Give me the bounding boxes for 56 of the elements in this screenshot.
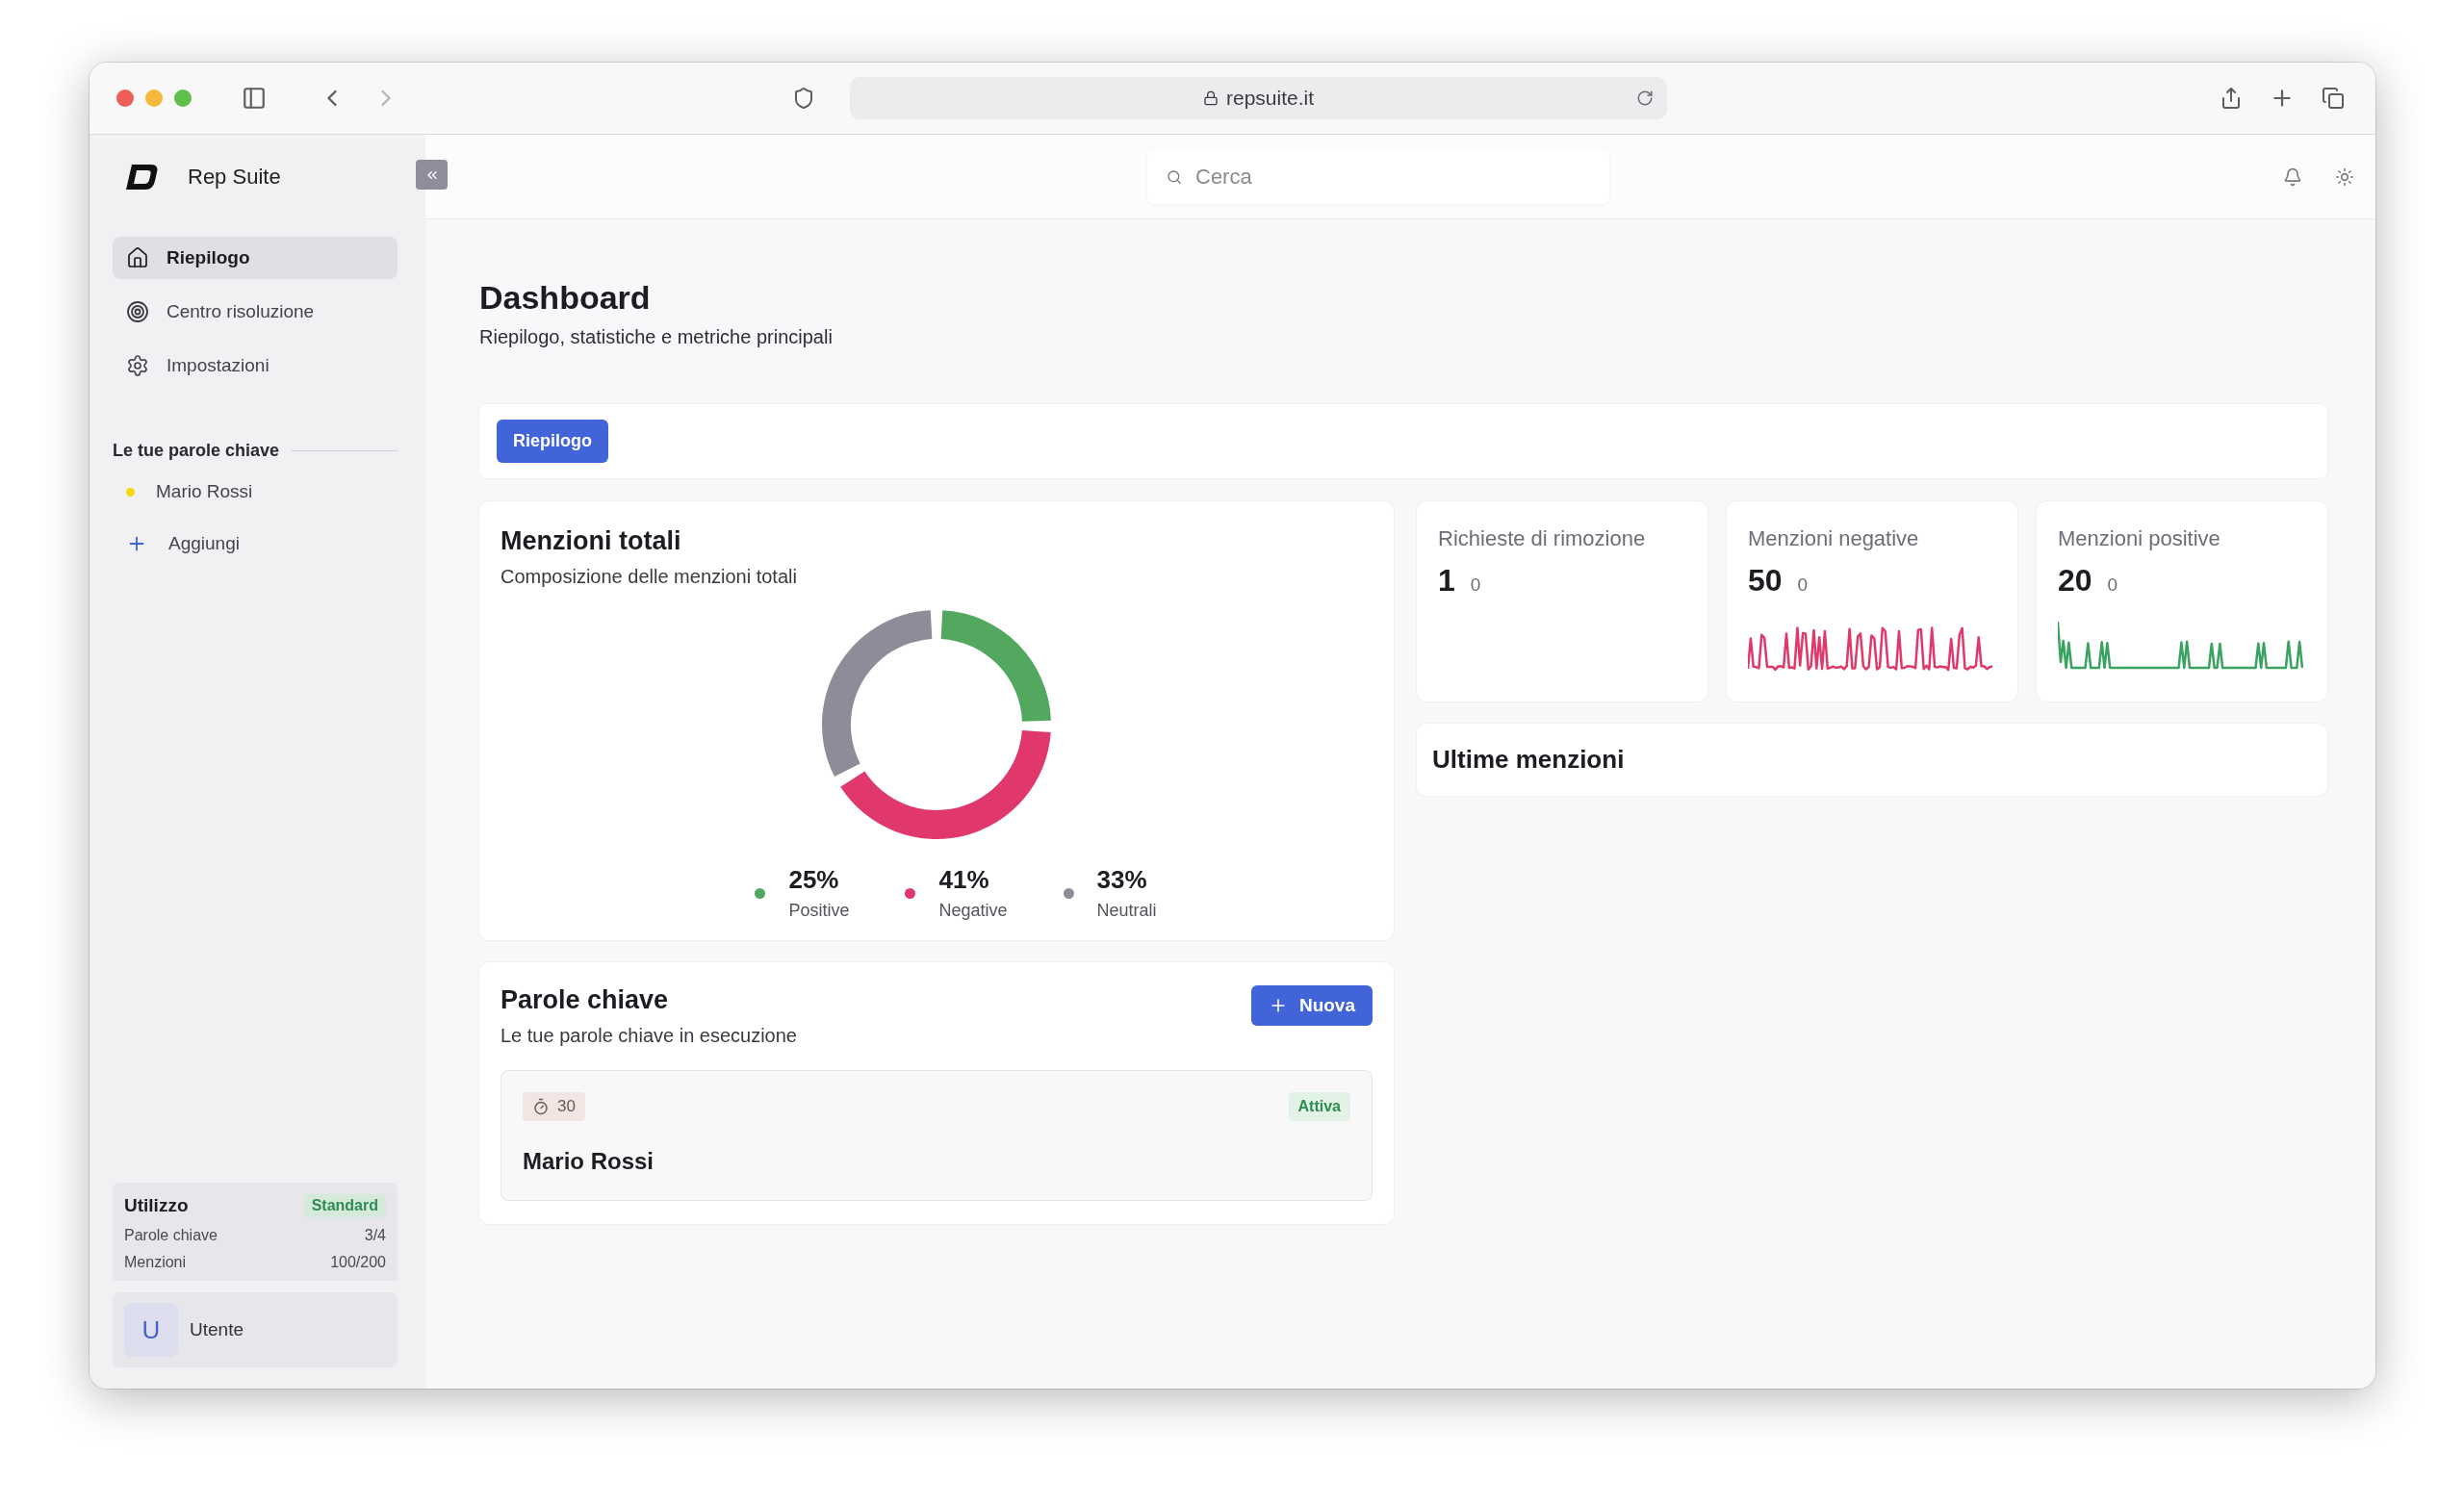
new-keyword-button[interactable]: Nuova [1250, 985, 1373, 1026]
search-field[interactable]: Cerca [1147, 149, 1609, 204]
logo-icon [126, 165, 159, 190]
usage-title: Utilizzo [124, 1195, 189, 1216]
keyword-card[interactable]: 30 Attiva Mario Rossi [500, 1070, 1373, 1201]
interval-tag: 30 [523, 1092, 585, 1121]
stat-value: 50 [1748, 563, 1783, 599]
usage-value: 3/4 [364, 1227, 386, 1244]
nav-item[interactable]: Impostazioni [113, 344, 398, 387]
stat-change: 0 [1797, 574, 1809, 596]
usage-label: Menzioni [124, 1254, 187, 1271]
nav-item[interactable]: Centro risoluzione [113, 291, 398, 333]
target-icon [126, 300, 149, 323]
stat-label: Menzioni positive [2058, 526, 2221, 551]
stat-label: Richieste di rimozione [1438, 526, 1647, 551]
section-title: Le tue parole chiave [113, 441, 280, 461]
usage-value: 100/200 [330, 1254, 386, 1271]
legend-value: 33% [1096, 865, 1148, 895]
collapse-sidebar-button[interactable] [416, 160, 448, 190]
lock-icon [1202, 90, 1219, 106]
plan-tag: Standard [303, 1194, 386, 1217]
search-icon [1167, 168, 1182, 185]
avatar: U [124, 1303, 178, 1357]
status-tag: Attiva [1288, 1092, 1350, 1121]
user-name: Utente [190, 1319, 244, 1340]
legend-value: 25% [788, 865, 840, 895]
page-title: Dashboard [479, 279, 652, 317]
card-title: Ultime menzioni [1432, 745, 1626, 775]
card-title: Parole chiave [500, 985, 670, 1015]
stat-value: 20 [2058, 563, 2092, 599]
tab[interactable]: Riepilogo [497, 420, 608, 463]
card-subtitle: Le tue parole chiave in esecuzione [500, 1025, 797, 1047]
settings-icon [126, 354, 149, 377]
add-keyword-link[interactable]: Aggiungi [113, 523, 398, 565]
brand-name: Rep Suite [188, 165, 281, 190]
legend-value: 41% [938, 865, 990, 895]
stat-value: 1 [1438, 563, 1455, 599]
stat-change: 0 [2107, 574, 2118, 596]
address-bar[interactable]: repsuite.it [850, 77, 1667, 119]
legend-label: Positive [788, 901, 850, 921]
reload-icon[interactable] [1636, 89, 1654, 107]
stat-label: Menzioni negative [1748, 526, 1920, 551]
legend-label: Neutrali [1096, 901, 1157, 921]
usage-label: Parole chiave [124, 1227, 218, 1244]
keyword-item[interactable]: Mario Rossi [113, 471, 398, 513]
keyword-name: Mario Rossi [523, 1148, 655, 1175]
legend-label: Negative [938, 901, 1008, 921]
close-icon[interactable] [116, 89, 134, 107]
nav-item[interactable]: Riepilogo [113, 237, 398, 279]
page-subtitle: Riepilogo, statistiche e metriche principali [479, 326, 834, 348]
user-card[interactable]: U Utente [113, 1292, 398, 1367]
stat-change: 0 [1470, 574, 1481, 596]
card-subtitle: Composizione delle menzioni totali [500, 566, 798, 588]
timer-icon [532, 1098, 550, 1115]
home-icon [126, 246, 149, 269]
card-title: Menzioni totali [500, 526, 682, 556]
